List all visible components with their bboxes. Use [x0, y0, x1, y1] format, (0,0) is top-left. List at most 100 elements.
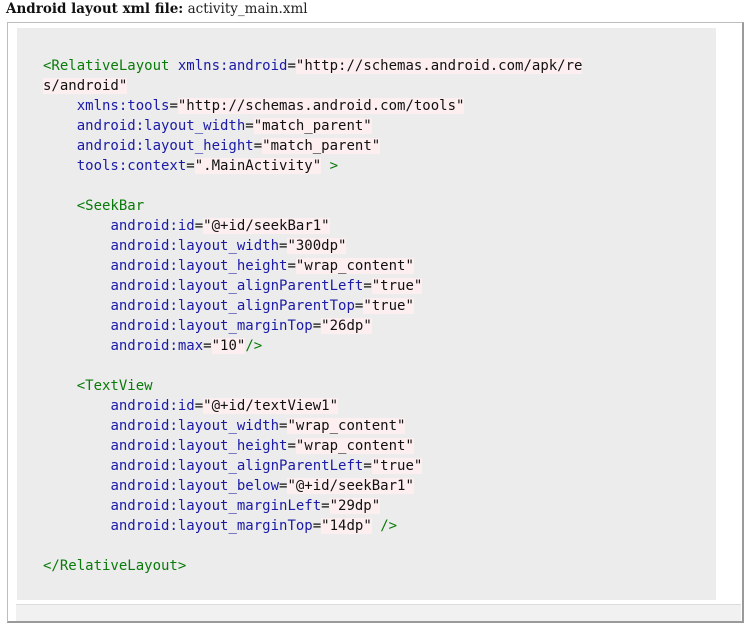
code-text: = [253, 138, 263, 154]
code-line: android:id="@+id/textView1" [43, 396, 582, 416]
code-text: = [363, 278, 372, 294]
code-text: = [312, 518, 322, 534]
code-line: android:max="10"/> [43, 336, 582, 356]
code-value: "wrap_content" [295, 438, 414, 454]
code-value: "14dp" [321, 518, 372, 534]
code-block[interactable]: <RelativeLayout xmlns:android="http://sc… [17, 28, 716, 600]
file-caption: Android layout xml file: activity_main.x… [6, 1, 308, 17]
code-value: "true" [371, 458, 423, 474]
code-line: android:layout_alignParentLeft="true" [43, 276, 582, 296]
code-tag: /> [245, 338, 263, 354]
code-tag: </RelativeLayout> [43, 558, 187, 574]
code-line: <TextView [43, 376, 582, 396]
caption-label: Android layout xml file: [6, 1, 184, 17]
code-attribute: xmlns:android [177, 58, 288, 74]
code-value: "true" [363, 298, 414, 314]
code-line: </RelativeLayout> [43, 556, 582, 576]
code-value: "true" [371, 278, 423, 294]
code-line: android:layout_height="wrap_content" [43, 436, 582, 456]
code-attribute: android:layout_height [110, 258, 288, 274]
code-line: tools:context=".MainActivity" > [43, 156, 582, 176]
code-line: android:layout_alignParentLeft="true" [43, 456, 582, 476]
code-value: "wrap_content" [287, 418, 406, 434]
code-value: "@+id/seekBar1" [203, 218, 330, 234]
code-attribute: android:layout_alignParentLeft [110, 458, 364, 474]
code-attribute: android:max [110, 338, 204, 354]
code-value: "@+id/textView1" [203, 398, 339, 414]
code-line: <RelativeLayout xmlns:android="http://sc… [43, 56, 583, 76]
code-text: = [245, 118, 254, 134]
code-line: android:layout_width="300dp" [43, 236, 582, 256]
code-tag: <TextView [76, 378, 153, 394]
code-line: android:layout_marginTop="26dp" [43, 316, 582, 336]
code-value: "@+id/seekBar1" [287, 478, 414, 494]
caption-filename: activity_main.xml [187, 1, 308, 17]
code-attribute: android:layout_alignParentTop [110, 298, 355, 314]
code-line: android:id="@+id/seekBar1" [43, 216, 582, 236]
code-attribute: android:layout_width [110, 238, 280, 254]
code-frame: <RelativeLayout xmlns:android="http://sc… [7, 22, 744, 623]
code-line: xmlns:tools="http://schemas.android.com/… [43, 96, 582, 116]
code-text: = [287, 438, 296, 454]
code-line: android:layout_width="wrap_content" [43, 416, 582, 436]
code-attribute: android:layout_width [76, 118, 246, 134]
code-text: = [312, 318, 322, 334]
code-value: "match_parent" [262, 138, 381, 154]
code-value: ".MainActivity" [194, 158, 322, 174]
code-attribute: android:id [110, 398, 195, 414]
code-value: "10" [211, 338, 246, 354]
horizontal-scrollbar[interactable] [16, 604, 741, 621]
code-attribute: android:layout_alignParentLeft [110, 278, 364, 294]
code-attribute: xmlns:tools [76, 98, 170, 114]
code-value: "29dp" [329, 498, 381, 514]
code-text: = [321, 498, 330, 514]
code-value: "http://schemas.android.com/apk/re [295, 58, 583, 74]
code-line: android:layout_below="@+id/seekBar1" [43, 476, 582, 496]
code-line: android:layout_height="wrap_content" [43, 256, 582, 276]
code-attribute: android:id [110, 218, 195, 234]
code-tag: /> [380, 518, 398, 534]
code-attribute: android:layout_below [110, 478, 280, 494]
code-text: = [194, 218, 204, 234]
code-attribute: android:layout_marginLeft [110, 498, 322, 514]
code-text: = [363, 458, 372, 474]
code-attribute: android:layout_marginTop [110, 518, 313, 534]
code-attribute: android:layout_width [110, 418, 280, 434]
code-line: <SeekBar [43, 196, 582, 216]
code-value: "300dp" [287, 238, 347, 254]
code-value: "26dp" [321, 318, 372, 334]
code-value: "match_parent" [253, 118, 372, 134]
code-value: "http://schemas.android.com/tools" [177, 98, 465, 114]
code-line: android:layout_marginTop="14dp" /> [43, 516, 582, 536]
code-tag: <SeekBar [76, 198, 145, 214]
code-text: = [287, 58, 296, 74]
code-line: android:layout_marginLeft="29dp" [43, 496, 582, 516]
code-tag: > [329, 158, 339, 174]
code-line: android:layout_width="match_parent" [43, 116, 582, 136]
code-attribute: android:layout_marginTop [110, 318, 313, 334]
code-attribute: tools:context [76, 158, 187, 174]
code-line: android:layout_alignParentTop="true" [43, 296, 582, 316]
